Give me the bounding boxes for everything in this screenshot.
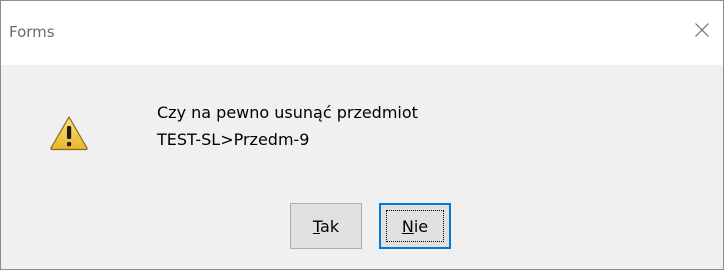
dialog-message: Czy na pewno usunąć przedmiot TEST-SL>Pr… bbox=[157, 99, 418, 153]
no-button-label: Nie bbox=[402, 217, 428, 236]
no-button-mnemonic: N bbox=[401, 216, 414, 236]
close-icon bbox=[695, 23, 709, 37]
yes-button[interactable]: Tak bbox=[290, 203, 362, 249]
window-title: Forms bbox=[9, 23, 55, 41]
message-line-2: TEST-SL>Przedm-9 bbox=[157, 130, 310, 149]
no-button[interactable]: Nie bbox=[379, 203, 451, 249]
yes-button-label: Tak bbox=[313, 217, 339, 236]
close-button[interactable] bbox=[679, 15, 723, 55]
message-line-1: Czy na pewno usunąć przedmiot bbox=[157, 103, 418, 122]
no-button-label-rest: ie bbox=[413, 216, 429, 236]
dialog-body: Czy na pewno usunąć przedmiot TEST-SL>Pr… bbox=[1, 65, 723, 269]
yes-button-label-rest: ak bbox=[320, 216, 340, 236]
dialog-window: Forms Czy na pewno usunąć przedmiot TEST… bbox=[0, 0, 724, 270]
yes-button-mnemonic: T bbox=[312, 216, 321, 236]
title-bar[interactable]: Forms bbox=[1, 1, 723, 65]
warning-icon bbox=[49, 115, 89, 151]
